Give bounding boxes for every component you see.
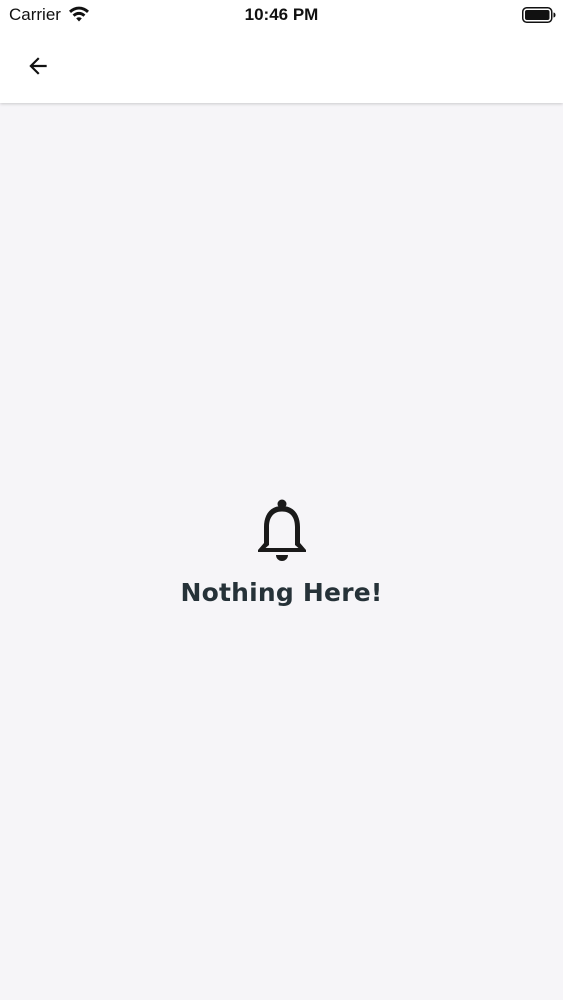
- battery-icon: [522, 7, 556, 23]
- bell-icon: [257, 499, 306, 561]
- empty-state: Nothing Here!: [0, 496, 563, 607]
- status-bar: Carrier 10:46 PM: [0, 0, 563, 30]
- status-time: 10:46 PM: [244, 5, 319, 24]
- empty-state-title: Nothing Here!: [180, 578, 383, 607]
- back-button[interactable]: [18, 46, 58, 86]
- arrow-left-icon: [29, 57, 47, 75]
- app-bar: Carrier 10:46 PM: [0, 0, 563, 103]
